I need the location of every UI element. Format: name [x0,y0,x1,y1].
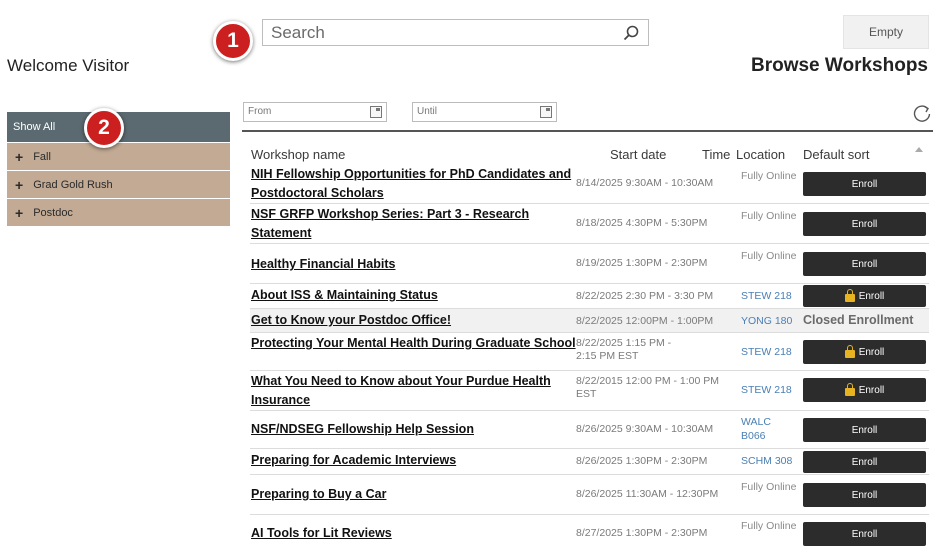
closed-enrollment-status: Closed Enrollment [803,313,914,327]
enroll-button[interactable]: Enroll [803,483,926,507]
sidebar-item-fall[interactable]: + Fall [7,143,230,171]
column-header-time[interactable]: Time [702,147,730,162]
until-date-placeholder: Until [417,106,438,117]
enroll-button[interactable]: Enroll [803,172,926,196]
sidebar-item-postdoc[interactable]: + Postdoc [7,199,230,227]
table-row: Preparing for Academic Interviews 8/26/2… [250,449,929,475]
enroll-button-locked[interactable]: Enroll [803,285,926,307]
welcome-text: Welcome Visitor [7,56,130,75]
workshop-date: 8/22/2025 1:15 PM - 2:15 PM EST [576,337,672,362]
callout-badge-2: 2 [84,108,124,148]
page-title: Browse Workshops [750,55,928,76]
workshop-date: 8/26/2025 1:30PM - 2:30PM [576,455,708,467]
workshop-date: 8/18/2025 4:30PM - 5:30PM [576,217,708,229]
table-row: NIH Fellowship Opportunities for PhD Can… [250,164,929,204]
workshop-location-link[interactable]: STEW 218 [741,289,799,303]
from-date-placeholder: From [248,106,272,117]
column-header-start-date[interactable]: Start date [610,147,666,162]
expand-plus-icon: + [15,148,24,165]
workshop-location-link[interactable]: STEW 218 [741,345,799,359]
workshop-name-link[interactable]: Preparing for Academic Interviews [251,451,576,470]
column-header-default-sort[interactable]: Default sort [803,147,869,162]
from-date-input[interactable]: From [243,102,387,122]
workshop-location-link[interactable]: YONG 180 [741,314,799,328]
sidebar-item-grad-gold-rush[interactable]: + Grad Gold Rush [7,171,230,199]
lock-icon [844,345,855,358]
workshop-location: Fully Online [741,210,797,222]
workshop-name-link[interactable]: Healthy Financial Habits [251,255,576,274]
workshop-date: 8/26/2025 11:30AM - 12:30PM [576,488,719,500]
table-row: Healthy Financial Habits 8/19/2025 1:30P… [250,244,929,284]
enroll-button[interactable]: Enroll [803,252,926,276]
workshop-location: Fully Online [741,250,797,262]
calendar-icon[interactable] [540,106,552,118]
workshop-location-link[interactable]: WALC B066 [741,415,777,443]
table-row: Preparing to Buy a Car 8/26/2025 11:30AM… [250,475,929,515]
workshop-name-link[interactable]: About ISS & Maintaining Status [251,286,576,305]
workshop-location: Fully Online [741,520,797,532]
enroll-label: Enroll [858,384,885,396]
expand-plus-icon: + [15,204,24,221]
enroll-label: Enroll [858,346,885,358]
workshop-name-link[interactable]: What You Need to Know about Your Purdue … [251,372,576,410]
sort-caret-icon[interactable] [915,147,923,152]
enroll-button[interactable]: Enroll [803,212,926,236]
table-row: NSF/NDSEG Fellowship Help Session 8/26/2… [250,411,929,449]
table-row: What You Need to Know about Your Purdue … [250,371,929,411]
search-box[interactable] [262,19,649,46]
empty-cart-button[interactable]: Empty [843,15,929,49]
table-header: Workshop name Start date Time Location D… [250,146,929,164]
workshop-date: 8/27/2025 1:30PM - 2:30PM [576,527,708,539]
callout-badge-1: 1 [213,21,253,61]
workshop-location-link[interactable]: SCHM 308 [741,454,799,468]
workshop-date: 8/22/2015 12:00 PM - 1:00 PM EST [576,375,720,400]
workshop-date: 8/14/2025 9:30AM - 10:30AM [576,177,714,189]
workshop-name-link[interactable]: NSF GRFP Workshop Series: Part 3 - Resea… [251,205,576,243]
sidebar-item-label: Fall [33,150,51,163]
workshop-name-link[interactable]: NSF/NDSEG Fellowship Help Session [251,420,576,439]
lock-icon [844,383,855,396]
sidebar-item-label: Show All [13,121,56,133]
workshop-location-link[interactable]: STEW 218 [741,383,799,397]
sidebar-item-label: Grad Gold Rush [33,178,113,191]
enroll-button[interactable]: Enroll [803,418,926,442]
workshop-date: 8/19/2025 1:30PM - 2:30PM [576,257,708,269]
table-row: AI Tools for Lit Reviews 8/27/2025 1:30P… [250,515,929,549]
workshop-location: Fully Online [741,481,797,493]
until-date-input[interactable]: Until [412,102,557,122]
workshop-date: 8/26/2025 9:30AM - 10:30AM [576,423,714,435]
enroll-button-locked[interactable]: Enroll [803,378,926,402]
workshop-name-link[interactable]: Protecting Your Mental Health During Gra… [251,334,576,353]
workshop-table: Workshop name Start date Time Location D… [250,146,929,549]
column-header-name[interactable]: Workshop name [251,147,345,162]
table-row: NSF GRFP Workshop Series: Part 3 - Resea… [250,204,929,244]
table-row: Get to Know your Postdoc Office! 8/22/20… [250,309,929,333]
expand-plus-icon: + [15,176,24,193]
filter-divider [242,130,933,132]
enroll-button[interactable]: Enroll [803,522,926,546]
enroll-label: Enroll [858,290,885,302]
enroll-button[interactable]: Enroll [803,451,926,473]
search-input[interactable] [263,20,648,45]
column-header-location[interactable]: Location [736,147,785,162]
calendar-icon[interactable] [370,106,382,118]
workshop-name-link[interactable]: NIH Fellowship Opportunities for PhD Can… [251,165,576,203]
lock-icon [844,289,855,302]
workshop-date: 8/22/2025 2:30 PM - 3:30 PM [576,290,714,302]
workshop-name-link[interactable]: Preparing to Buy a Car [251,485,576,504]
workshop-name-link[interactable]: Get to Know your Postdoc Office! [251,311,576,330]
refresh-icon[interactable] [911,103,933,125]
sidebar-item-label: Postdoc [33,206,73,219]
workshop-date: 8/22/2025 12:00PM - 1:00PM [576,315,714,327]
workshop-location: Fully Online [741,170,797,182]
enroll-button-locked[interactable]: Enroll [803,340,926,364]
table-row: About ISS & Maintaining Status 8/22/2025… [250,284,929,309]
table-row: Protecting Your Mental Health During Gra… [250,333,929,371]
workshop-name-link[interactable]: AI Tools for Lit Reviews [251,524,576,543]
search-icon[interactable] [622,24,640,42]
